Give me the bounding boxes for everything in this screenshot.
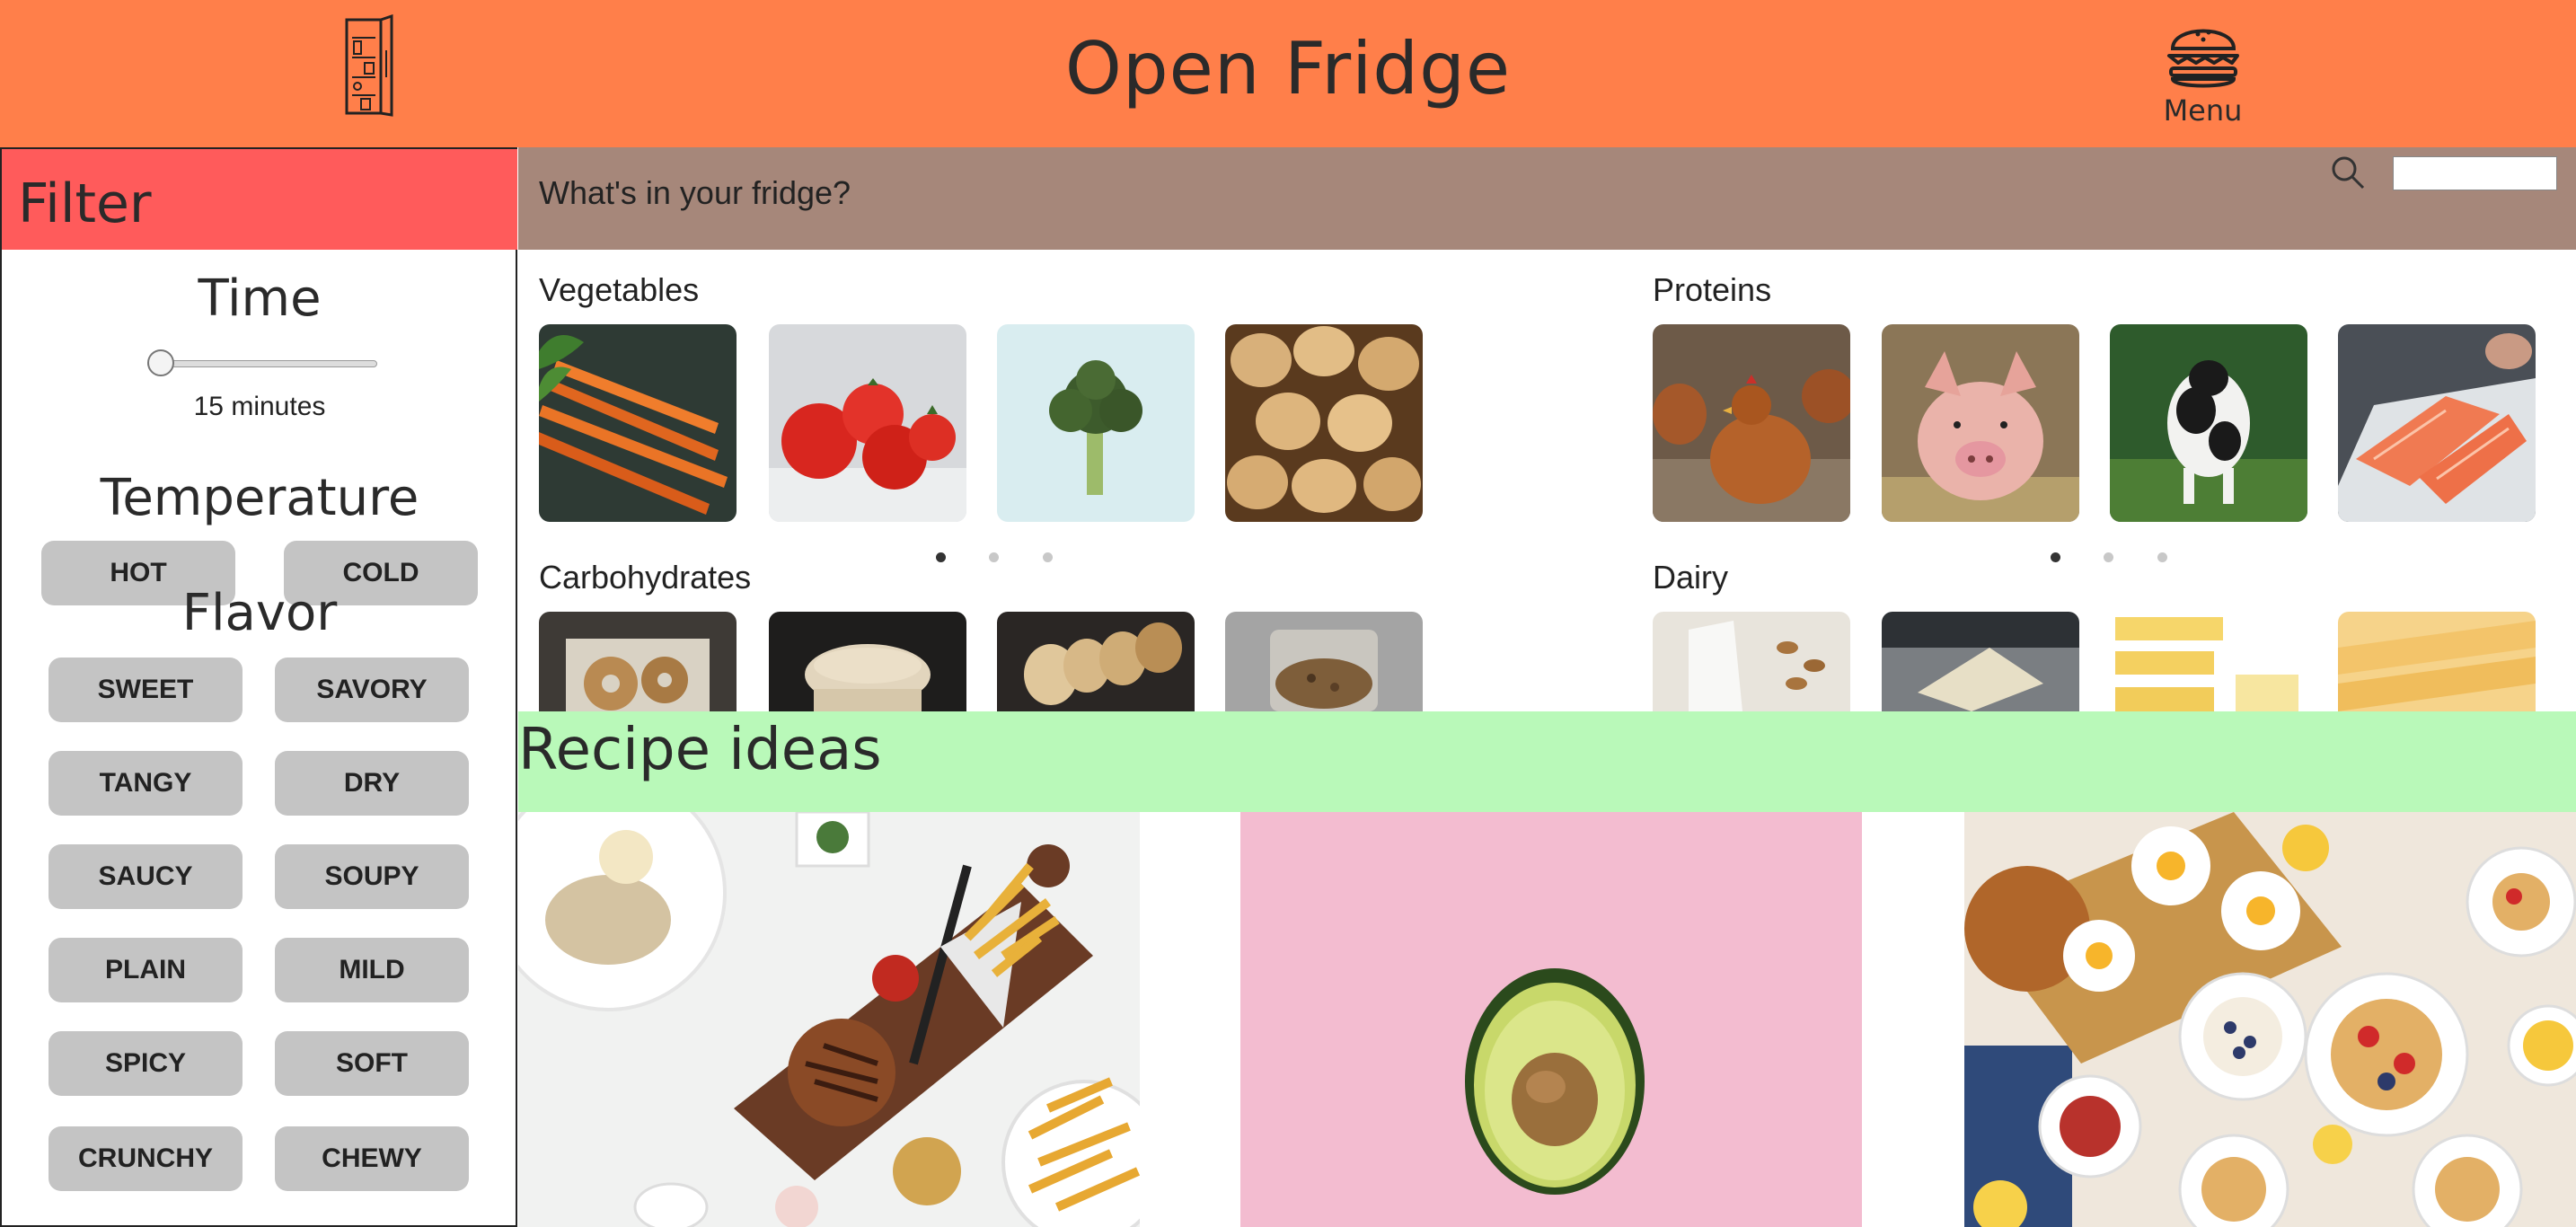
recipe-ideas-title: Recipe ideas xyxy=(518,717,882,783)
slider-track[interactable] xyxy=(147,360,377,367)
time-slider[interactable] xyxy=(147,349,377,377)
category-title-dairy: Dairy xyxy=(1653,559,1729,596)
temperature-title: Temperature xyxy=(100,469,419,527)
ingredient-broccoli[interactable] xyxy=(997,324,1195,522)
ingredient-chicken[interactable] xyxy=(1653,324,1850,522)
recipe-card-avocado[interactable] xyxy=(1240,812,1862,1227)
flavor-soft-button[interactable]: SOFT xyxy=(275,1031,469,1096)
ingredient-cow[interactable] xyxy=(2110,324,2307,522)
menu-label: Menu xyxy=(2163,93,2243,128)
flavor-spicy-button[interactable]: SPICY xyxy=(49,1031,243,1096)
recipe-ideas-header: Recipe ideas xyxy=(518,711,2576,812)
flavor-saucy-button[interactable]: SAUCY xyxy=(49,844,243,909)
ingredient-butter[interactable] xyxy=(2110,612,2307,711)
flavor-tangy-button[interactable]: TANGY xyxy=(49,751,243,816)
ingredient-pig[interactable] xyxy=(1882,324,2079,522)
category-title-proteins: Proteins xyxy=(1653,271,1772,308)
time-title: Time xyxy=(198,269,322,328)
menu-button[interactable]: Menu xyxy=(2151,13,2254,129)
ingredient-baguette[interactable] xyxy=(997,612,1195,711)
ingredient-granola[interactable] xyxy=(1225,612,1423,711)
recipe-card-burger-fries[interactable] xyxy=(518,812,1140,1227)
category-title-vegetables: Vegetables xyxy=(539,271,700,308)
flavor-soupy-button[interactable]: SOUPY xyxy=(275,844,469,909)
ingredient-carrots[interactable] xyxy=(539,324,737,522)
vegetables-carousel-dot-2[interactable] xyxy=(989,552,999,562)
filter-title: Filter xyxy=(18,172,152,235)
category-title-carbohydrates: Carbohydrates xyxy=(539,559,752,596)
filter-sidebar: Filter Time 15 minutes Temperature HOT C… xyxy=(0,147,517,1227)
ingredient-milk[interactable] xyxy=(1653,612,1850,711)
ingredient-cheese-slices[interactable] xyxy=(2338,612,2536,711)
flavor-savory-button[interactable]: SAVORY xyxy=(275,658,469,722)
flavor-dry-button[interactable]: DRY xyxy=(275,751,469,816)
ingredient-cheese-wedge[interactable] xyxy=(1882,612,2079,711)
proteins-carousel-dot-1[interactable] xyxy=(2051,552,2060,562)
search-prompt: What's in your fridge? xyxy=(539,174,851,211)
filter-header: Filter xyxy=(2,147,517,250)
flavor-mild-button[interactable]: MILD xyxy=(275,938,469,1002)
search-input[interactable] xyxy=(2393,156,2557,190)
app-header: Open Fridge Menu xyxy=(0,0,2576,147)
ingredient-bagels[interactable] xyxy=(539,612,737,711)
flavor-sweet-button[interactable]: SWEET xyxy=(49,658,243,722)
search-bar: What's in your fridge? xyxy=(518,147,2576,250)
vegetables-carousel-dot-3[interactable] xyxy=(1043,552,1053,562)
recipe-card-breakfast-spread[interactable] xyxy=(1964,812,2576,1227)
flavor-chewy-button[interactable]: CHEWY xyxy=(275,1126,469,1191)
flavor-title: Flavor xyxy=(181,584,338,642)
ingredient-bread-rolls[interactable] xyxy=(769,612,966,711)
ingredient-onions[interactable] xyxy=(1225,324,1423,522)
ingredient-tomatoes[interactable] xyxy=(769,324,966,522)
ingredient-salmon[interactable] xyxy=(2338,324,2536,522)
proteins-carousel-dot-2[interactable] xyxy=(2104,552,2113,562)
time-value: 15 minutes xyxy=(193,392,326,421)
search-icon[interactable] xyxy=(2330,154,2366,190)
burger-icon xyxy=(2166,29,2239,88)
vegetables-carousel-dot-1[interactable] xyxy=(936,552,946,562)
flavor-plain-button[interactable]: PLAIN xyxy=(49,938,243,1002)
flavor-crunchy-button[interactable]: CRUNCHY xyxy=(49,1126,243,1191)
slider-thumb[interactable] xyxy=(147,349,174,376)
proteins-carousel-dot-3[interactable] xyxy=(2157,552,2167,562)
